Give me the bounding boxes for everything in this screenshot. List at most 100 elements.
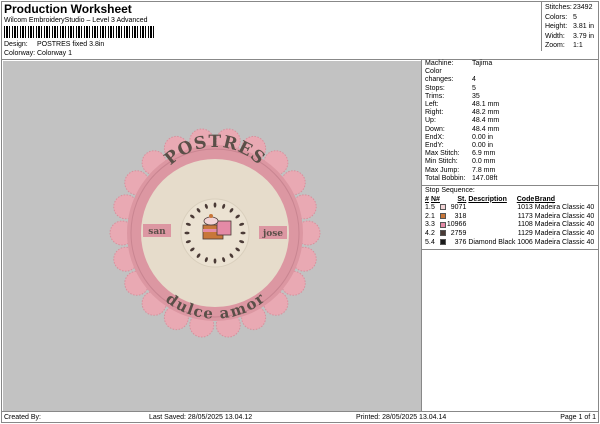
info-value: 48.4 mm [472, 117, 500, 125]
row-stitches: 9071 [450, 204, 467, 212]
row-needle: 4 [431, 238, 435, 246]
info-label: Machine: [425, 60, 454, 67]
info-label: Max Jump: [425, 166, 460, 174]
row-description: Diamond Black [468, 238, 516, 246]
color-swatch [440, 212, 447, 219]
row-stitches: 10966 [446, 221, 467, 229]
info-row: Max Jump: 7.8 mm [425, 167, 596, 175]
col-code: Code [516, 195, 535, 203]
stop-sequence: Stop Sequence: # N# St. Description Code… [422, 186, 599, 248]
row-code: 1013 [517, 204, 533, 212]
info-label: Right: [425, 109, 444, 117]
barcode [4, 26, 156, 38]
table-row: 5. 4 376 Diamond Black 1006 Madeira Classic 4… [425, 239, 596, 248]
info-row: Trims: 35 [425, 93, 596, 101]
col-needle: N# [431, 195, 440, 203]
stat-row: Zoom: 1:1 [545, 42, 583, 49]
table-row: 4. 2 2759 1129 Madeira Classic 40 [425, 230, 596, 239]
info-label: Up: [425, 117, 436, 125]
row-code: 1173 [517, 212, 533, 220]
stat-row: Width: 3.79 in [545, 32, 595, 40]
info-value: 48.4 mm [472, 125, 500, 133]
info-label: Min Stitch: [425, 158, 458, 166]
row-needle: 1 [431, 212, 435, 220]
info-label: Total Bobbin: [425, 174, 466, 182]
row-stitches: 2759 [450, 230, 467, 238]
stop-sequence-title: Stop Sequence: [425, 187, 475, 195]
row-needle: 3 [431, 221, 435, 229]
design-preview: san jose POSTRES dulce amor [3, 61, 421, 411]
design-label: Design: [4, 41, 28, 48]
row-stitches: 318 [454, 212, 467, 220]
info-value: 48.2 mm [472, 109, 500, 117]
row-code: 1006 [517, 238, 533, 246]
row-needle: 2 [431, 230, 435, 238]
row-description [466, 230, 516, 239]
row-description [466, 221, 516, 230]
san-text: san [148, 227, 166, 237]
row-brand: Madeira Classic 40 [534, 238, 595, 246]
embroidery-design: san jose POSTRES dulce amor [109, 128, 321, 338]
info-label: EndX: [425, 133, 445, 141]
stat-row: Height: 3.81 in [545, 23, 595, 30]
color-swatch [440, 230, 447, 237]
info-value: 4 [472, 76, 476, 84]
bean [240, 231, 246, 235]
stats-box: Stitches:23492 Colors: 5 Height: 3.81 in W… [541, 1, 599, 51]
last-saved: Last Saved: 28/05/2025 13.04.12 [149, 414, 253, 421]
info-value: 7.8 mm [472, 166, 496, 174]
color-swatch [440, 238, 447, 245]
info-value: 0.00 in [472, 142, 494, 150]
colorway-row: Colorway: Colorway 1 [4, 50, 72, 57]
info-value: 0.00 in [472, 133, 494, 141]
row-brand: Madeira Classic 40 [534, 212, 595, 220]
stop-sequence-table: # N# St. Description Code Brand 1. 5 9071 1… [425, 196, 596, 248]
footer: Created By: Last Saved: 28/05/2025 13.04… [1, 411, 599, 423]
info-row: Left: 48.1 mm [425, 101, 596, 109]
divider [422, 249, 599, 251]
info-label: EndY: [425, 142, 444, 150]
table-row: 3. 3 10966 1108 Madeira Classic 40 [425, 221, 596, 230]
row-brand: Madeira Classic 40 [534, 204, 595, 212]
info-value: Tajima [472, 60, 493, 67]
info-panel: Machine: Tajima Color changes: 4 Stops: 5 Trim… [421, 59, 599, 411]
info-row: EndX: 0.00 in [425, 134, 596, 142]
info-row: Color changes: 4 [425, 68, 596, 84]
info-row: Right: 48.2 mm [425, 109, 596, 117]
info-label: Left: [425, 101, 439, 109]
col-stitches: St. [457, 195, 467, 203]
page-number: Page 1 of 1 [560, 414, 596, 421]
info-row: Stops: 5 [425, 85, 596, 93]
printed: Printed: 28/05/2025 13.04.14 [356, 414, 447, 421]
jose-text: jose [262, 229, 283, 239]
stat-row: Stitches:23492 [545, 4, 593, 11]
info-value: 48.1 mm [472, 101, 500, 109]
row-brand: Madeira Classic 40 [534, 230, 595, 238]
color-swatch [440, 221, 447, 228]
bean [213, 258, 217, 264]
colorway-value: Colorway 1 [37, 50, 73, 57]
info-value: 35 [472, 92, 480, 100]
col-brand: Brand [534, 195, 556, 203]
machine-info: Machine: Tajima Color changes: 4 Stops: 5 Trim… [422, 59, 599, 184]
created-by: Created By: [4, 414, 41, 421]
colorway-label: Colorway: [4, 50, 36, 57]
color-swatch [440, 204, 447, 211]
info-row: Total Bobbin: 147.08ft [425, 175, 596, 183]
bean [213, 202, 217, 208]
row-needle: 5 [431, 204, 435, 212]
row-description [466, 204, 516, 213]
row-brand: Madeira Classic 40 [534, 221, 595, 229]
info-value: 6.9 mm [472, 150, 496, 158]
software-name: Wilcom EmbroideryStudio – Level 3 Advanc… [4, 17, 148, 24]
row-code: 1129 [517, 230, 533, 238]
info-row: Down: 48.4 mm [425, 126, 596, 134]
info-row: Min Stitch: 0.0 mm [425, 158, 596, 166]
info-row: Max Stitch: 6.9 mm [425, 150, 596, 158]
info-label: Max Stitch: [425, 150, 460, 158]
stat-row: Colors: 5 [545, 13, 577, 21]
page-title: Production Worksheet [4, 2, 132, 16]
table-row: 2. 1 318 1173 Madeira Classic 40 [425, 213, 596, 222]
info-row: Up: 48.4 mm [425, 117, 596, 125]
bean [184, 231, 190, 235]
